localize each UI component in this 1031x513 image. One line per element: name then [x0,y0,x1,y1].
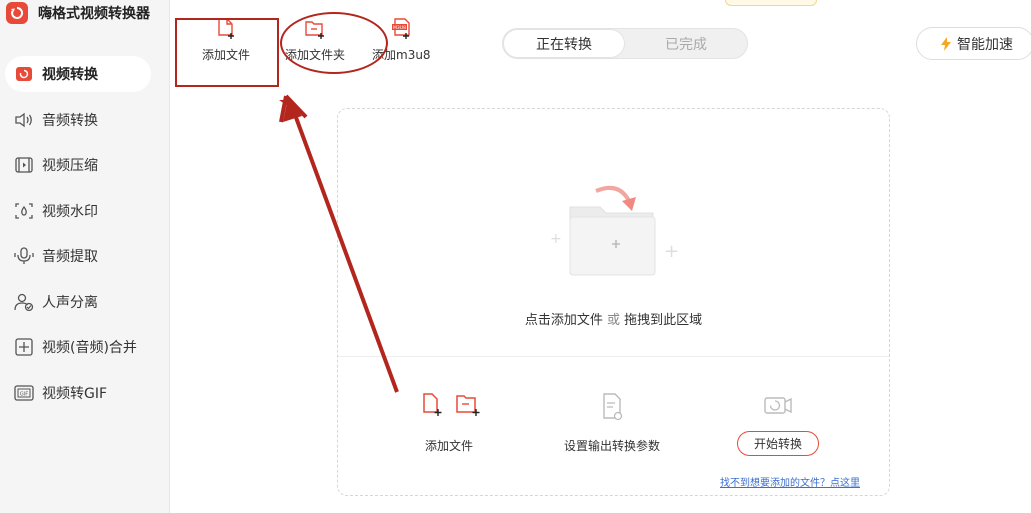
svg-text:+: + [664,241,679,262]
hint-drag-text: 拖拽到此区域 [624,313,703,328]
step-add-folder-icon [456,395,480,416]
m3u8-icon: M3U8 [390,18,412,40]
svg-text:M3U8: M3U8 [393,25,406,31]
sidebar-item-gif[interactable]: GIF 视频转GIF [5,375,151,411]
conversion-steps: ···› ···› 添加文件 设置输出转换参数 开始转换 [338,391,889,461]
annotation-ellipse [280,12,388,74]
lightning-icon [941,36,951,51]
svg-text:GIF: GIF [20,391,28,397]
video-camera-icon [764,397,792,414]
gif-icon: GIF [14,383,34,403]
svg-text:+: + [550,231,562,247]
drop-hint: 点击添加文件 或 拖拽到此区域 [338,309,889,328]
tab-converting[interactable]: 正在转换 [503,29,625,58]
sidebar-item-label: 视频转换 [42,67,98,83]
sidebar-item-merge[interactable]: 视频(音频)合并 [5,329,151,365]
voice-separate-icon [14,292,34,312]
sidebar-item-label: 视频转GIF [42,385,108,402]
sidebar-item-voice-separate[interactable]: 人声分离 [5,284,151,320]
sidebar-item-label: 人声分离 [42,294,98,311]
help-link[interactable]: 找不到想要添加的文件？点这里 [720,474,860,489]
annotation-box [175,18,279,87]
sidebar-item-video-compress[interactable]: 视频压缩 [5,147,151,183]
sidebar-item-audio-extract[interactable]: 音频提取 [5,238,151,274]
sidebar: 嗨格式视频转换器 视频转换 音频转换 视频压缩 视频水印 音频提取 人声分离 视… [0,0,170,513]
file-drop-zone[interactable]: + + 点击添加文件 或 拖拽到此区域 ···› ···› [337,108,890,496]
tab-completed[interactable]: 已完成 [625,29,747,58]
hint-click-text: 点击添加文件 [524,313,603,328]
sidebar-item-label: 视频(音频)合并 [42,340,137,356]
app-logo-icon [6,2,28,24]
settings-file-icon [603,393,623,421]
drop-divider [338,356,889,357]
sidebar-item-label: 音频转换 [42,112,98,129]
sidebar-item-label: 音频提取 [42,249,98,265]
accelerate-label: 智能加速 [957,36,1013,53]
sidebar-item-label: 视频水印 [42,203,98,220]
step-settings-label: 设置输出转换参数 [564,439,661,453]
hint-or-text: 或 [606,313,620,328]
sidebar-item-audio-convert[interactable]: 音频转换 [5,102,151,138]
brand: 嗨格式视频转换器 [6,0,150,26]
audio-speaker-icon [14,110,34,130]
start-convert-button[interactable]: 开始转换 [737,431,819,456]
watermark-icon [14,201,34,221]
app-title: 嗨格式视频转换器 [38,6,150,22]
merge-icon [14,337,34,357]
sidebar-item-label: 视频压缩 [42,158,98,174]
audio-extract-icon [14,246,34,266]
video-compress-icon [14,155,34,175]
empty-folder-icon: + + [550,186,679,276]
sidebar-item-video-watermark[interactable]: 视频水印 [5,193,151,229]
status-tabs: 正在转换 已完成 [502,28,748,59]
video-convert-icon [14,64,34,84]
sidebar-nav: 视频转换 音频转换 视频压缩 视频水印 音频提取 人声分离 视频(音频)合并 G… [5,56,151,420]
smart-accelerate-button[interactable]: 智能加速 [916,27,1031,60]
step-add-file-icon [423,393,442,416]
promo-chip[interactable] [725,0,817,6]
sidebar-item-video-convert[interactable]: 视频转换 [5,56,151,92]
step-icons: ···› ···› [423,393,792,421]
step-add-file-label: 添加文件 [425,439,474,453]
